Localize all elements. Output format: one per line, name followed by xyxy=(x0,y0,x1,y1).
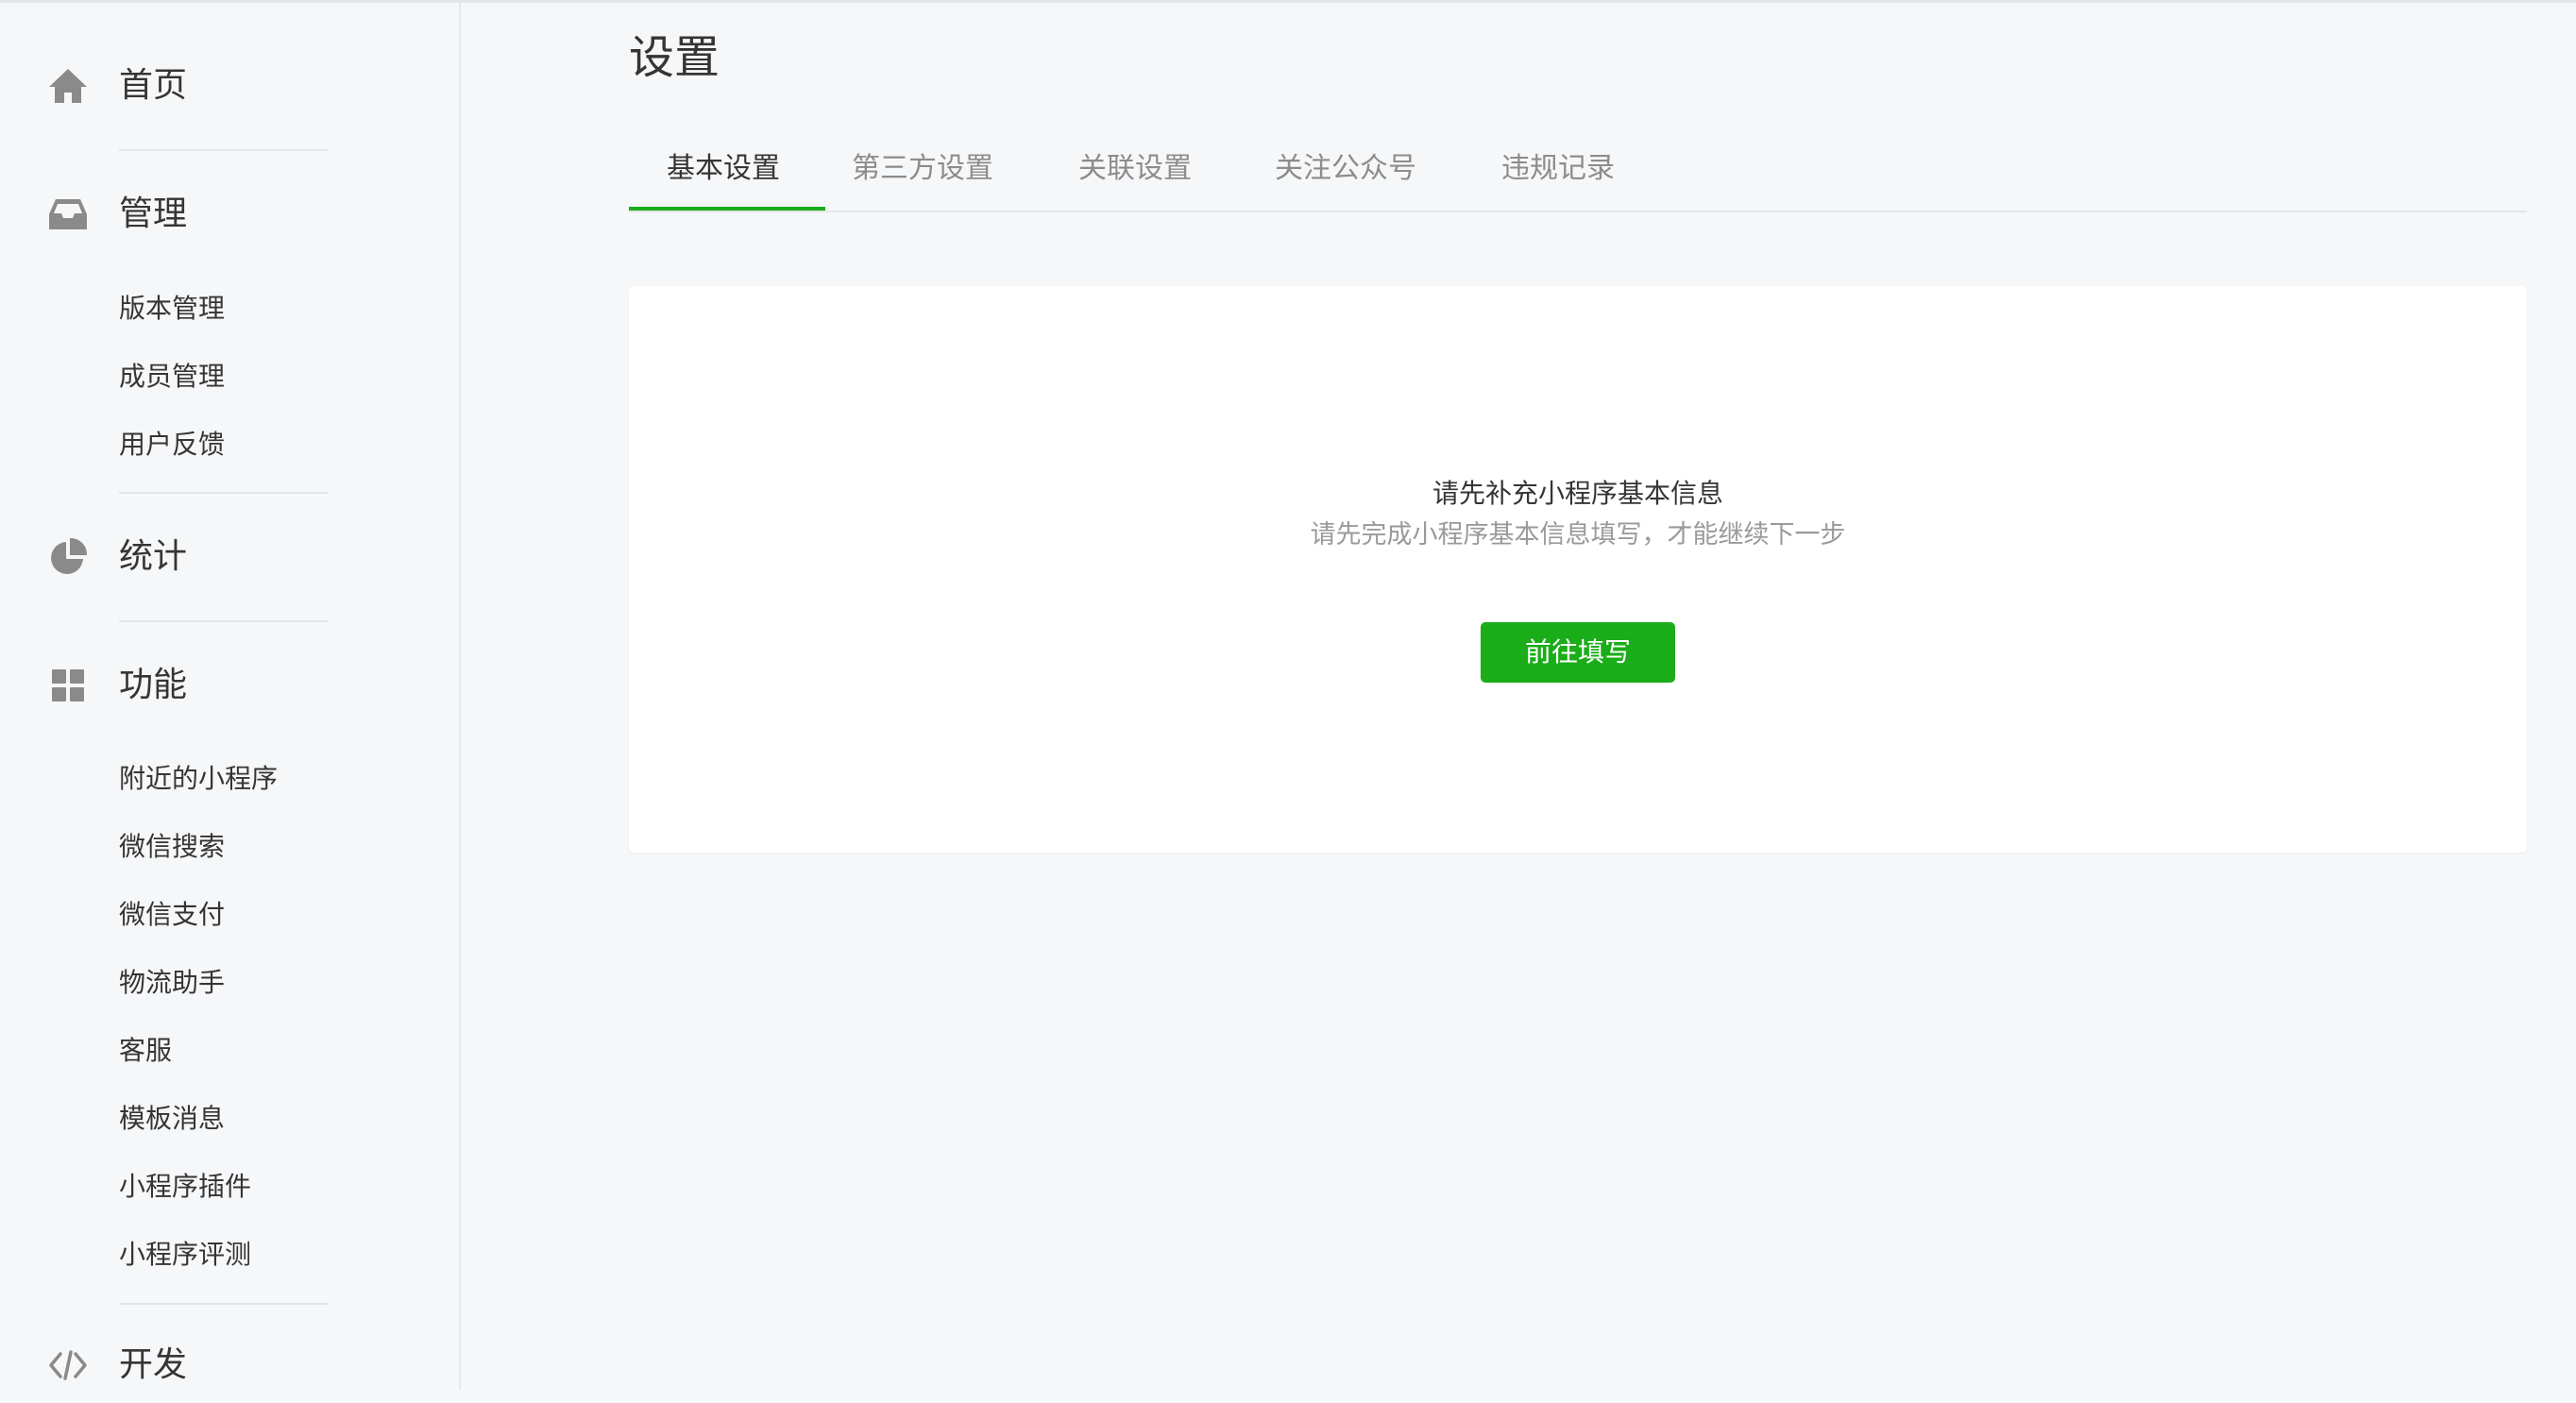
pie-chart-icon xyxy=(47,536,89,578)
tab-violation-records[interactable]: 违规记录 xyxy=(1501,148,1615,190)
sidebar-item-customer-service[interactable]: 客服 xyxy=(119,1032,172,1070)
sidebar-item-version-management[interactable]: 版本管理 xyxy=(119,290,225,328)
sidebar-item-home[interactable]: 首页 xyxy=(0,48,453,124)
sidebar-item-evaluation[interactable]: 小程序评测 xyxy=(119,1236,251,1274)
sidebar-item-user-feedback[interactable]: 用户反馈 xyxy=(119,426,225,464)
sidebar-item-plugins[interactable]: 小程序插件 xyxy=(119,1168,251,1206)
tab-third-party-settings[interactable]: 第三方设置 xyxy=(852,148,993,190)
sidebar-item-manage[interactable]: 管理 xyxy=(0,177,453,252)
main-content: 设置 基本设置 第三方设置 关联设置 关注公众号 违规记录 请先补充小程序基本信… xyxy=(461,3,2576,1390)
sidebar-divider xyxy=(119,1303,329,1305)
sidebar-item-home-label: 首页 xyxy=(119,66,188,105)
sidebar-divider xyxy=(119,149,329,151)
sidebar-item-logistics-assistant[interactable]: 物流助手 xyxy=(119,964,225,1002)
home-icon xyxy=(47,65,89,107)
sidebar-divider xyxy=(119,620,329,622)
page-title: 设置 xyxy=(629,31,720,84)
sidebar-item-wechat-search[interactable]: 微信搜索 xyxy=(119,828,225,866)
sidebar-item-stats-label: 统计 xyxy=(119,537,188,576)
tab-follow-official-account[interactable]: 关注公众号 xyxy=(1275,148,1416,190)
active-tab-indicator xyxy=(629,207,825,211)
sidebar-item-member-management[interactable]: 成员管理 xyxy=(119,358,225,396)
go-fill-button[interactable]: 前往填写 xyxy=(1481,622,1675,683)
sidebar-item-dev-label: 开发 xyxy=(119,1345,188,1384)
sidebar-item-stats[interactable]: 统计 xyxy=(0,519,453,595)
sidebar-divider xyxy=(119,492,329,494)
sidebar-item-manage-label: 管理 xyxy=(119,194,188,233)
sidebar-item-features[interactable]: 功能 xyxy=(0,648,453,723)
sidebar-item-nearby-mini-programs[interactable]: 附近的小程序 xyxy=(119,760,278,798)
settings-tabs: 基本设置 第三方设置 关联设置 关注公众号 违规记录 xyxy=(629,139,2527,212)
grid-icon xyxy=(47,665,89,706)
sidebar-item-dev[interactable]: 开发 xyxy=(0,1327,453,1403)
sidebar-item-wechat-pay[interactable]: 微信支付 xyxy=(119,896,225,934)
tab-association-settings[interactable]: 关联设置 xyxy=(1078,148,1192,190)
tab-basic-settings[interactable]: 基本设置 xyxy=(667,148,780,190)
inbox-icon xyxy=(47,194,89,235)
info-required-card: 请先补充小程序基本信息 请先完成小程序基本信息填写，才能继续下一步 前往填写 xyxy=(629,286,2527,853)
code-icon xyxy=(47,1344,89,1386)
sidebar-item-features-label: 功能 xyxy=(119,666,188,704)
card-description: 请先完成小程序基本信息填写，才能继续下一步 xyxy=(1310,520,1846,549)
sidebar-item-template-messages[interactable]: 模板消息 xyxy=(119,1100,225,1138)
card-title: 请先补充小程序基本信息 xyxy=(1432,478,1723,509)
sidebar: 首页 管理 版本管理 成员管理 用户反馈 统计 功能 附近的小程序 微信搜索 微… xyxy=(0,3,461,1390)
